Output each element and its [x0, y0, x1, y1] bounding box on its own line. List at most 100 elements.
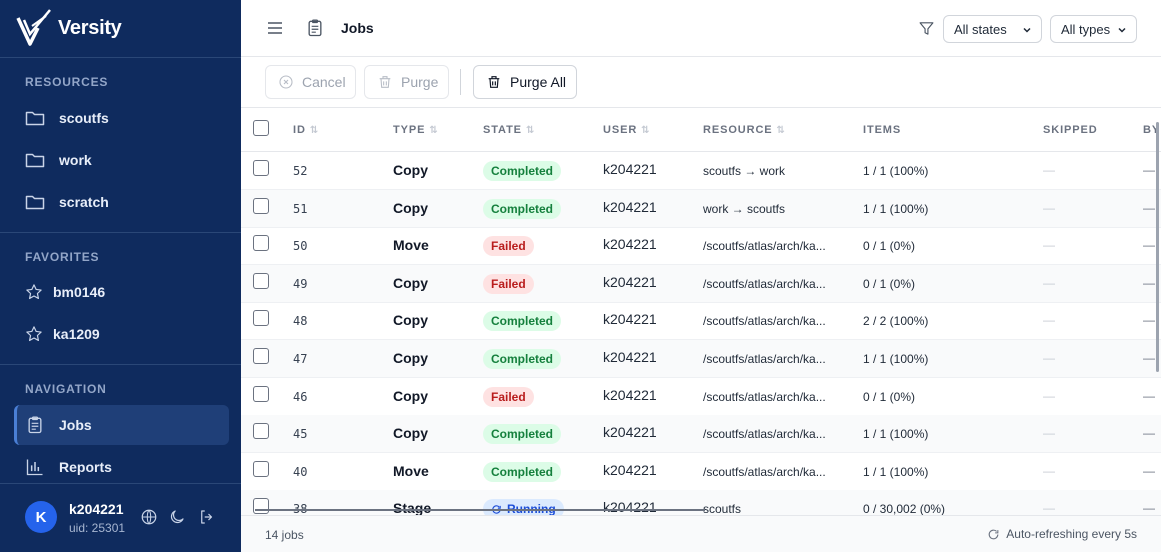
job-user: k204221 — [603, 499, 657, 515]
state-filter-select[interactable]: All states — [943, 15, 1042, 43]
column-header-label: USER — [603, 124, 638, 136]
row-checkbox[interactable] — [253, 498, 269, 514]
sort-icon: ⇅ — [641, 124, 651, 136]
navigation-heading: NAVIGATION — [25, 382, 107, 396]
job-user: k204221 — [603, 349, 657, 365]
row-checkbox[interactable] — [253, 461, 269, 477]
sidebar-item-label: Jobs — [59, 417, 92, 433]
horizontal-scrollbar[interactable] — [255, 509, 705, 511]
job-resource: /scoutfs/atlas/arch/ka... — [703, 352, 826, 366]
filter-icon[interactable] — [918, 20, 935, 37]
job-user: k204221 — [603, 274, 657, 290]
job-by: — — [1143, 501, 1155, 515]
sidebar-item-work[interactable]: work — [14, 141, 229, 179]
sidebar-item-ka1209[interactable]: ka1209 — [14, 315, 229, 353]
job-items: 1 / 1 (100%) — [863, 427, 929, 441]
column-header-label: SKIPPED — [1043, 124, 1098, 136]
column-header-type[interactable]: TYPE ⇅ — [393, 124, 439, 136]
job-user: k204221 — [603, 424, 657, 440]
column-header-resource[interactable]: RESOURCE ⇅ — [703, 124, 786, 136]
job-skipped: — — [1043, 276, 1055, 290]
job-type: Copy — [393, 312, 428, 328]
table-row[interactable]: 50 Move Failed k204221/scoutfs/atlas/arch/k… — [241, 227, 1161, 265]
row-checkbox[interactable] — [253, 348, 269, 364]
sidebar-item-scoutfs[interactable]: scoutfs — [14, 99, 229, 137]
column-header-user[interactable]: USER ⇅ — [603, 124, 650, 136]
job-by: — — [1143, 426, 1155, 440]
row-checkbox[interactable] — [253, 423, 269, 439]
column-header-label: STATE — [483, 124, 522, 136]
avatar[interactable]: K — [25, 501, 57, 533]
job-skipped: — — [1043, 163, 1055, 177]
sidebar-item-reports[interactable]: Reports — [14, 448, 229, 486]
jobs-table: ID ⇅ TYPE ⇅ STATE ⇅ USER ⇅ RESOURCE ⇅ ITEMS S… — [241, 108, 1161, 515]
globe-icon[interactable] — [140, 508, 158, 526]
job-items: 1 / 1 (100%) — [863, 465, 929, 479]
trash-icon — [488, 76, 500, 88]
table-header: ID ⇅ TYPE ⇅ STATE ⇅ USER ⇅ RESOURCE ⇅ ITEMS S… — [241, 108, 1161, 152]
job-by: — — [1143, 351, 1155, 365]
user-uid: uid: 25301 — [69, 521, 126, 535]
row-checkbox[interactable] — [253, 235, 269, 251]
job-user: k204221 — [603, 236, 657, 252]
table-row[interactable]: 52 Copy Completed k204221 scoutfs → work 1 / … — [241, 152, 1161, 190]
page-header: Jobs All states All types — [241, 0, 1161, 57]
sidebar-item-scratch[interactable]: scratch — [14, 183, 229, 221]
job-resource: scoutfs — [703, 502, 742, 515]
job-resource: /scoutfs/atlas/arch/ka... — [703, 314, 826, 328]
vertical-scrollbar[interactable] — [1156, 122, 1159, 372]
row-checkbox[interactable] — [253, 310, 269, 326]
purge-all-button[interactable]: Purge All — [473, 65, 577, 99]
table-row[interactable]: 46 Copy Failed k204221/scoutfs/atlas/arch/k… — [241, 378, 1161, 416]
menu-icon[interactable] — [266, 19, 284, 37]
sidebar-item-label: ka1209 — [53, 326, 100, 342]
table-row[interactable]: 51 Copy Completed k204221 work → scoutfs 1 / … — [241, 190, 1161, 228]
row-checkbox[interactable] — [253, 386, 269, 402]
table-row[interactable]: 47 Copy Completed k204221/scoutfs/atlas/arc… — [241, 340, 1161, 378]
toolbar-divider — [460, 69, 461, 95]
column-header-id[interactable]: ID ⇅ — [293, 124, 319, 136]
sidebar-item-jobs[interactable]: Jobs — [14, 405, 229, 445]
table-row[interactable]: 45 Copy Completed k204221/scoutfs/atlas/arc… — [241, 415, 1161, 453]
row-checkbox[interactable] — [253, 198, 269, 214]
select-all-checkbox[interactable] — [253, 120, 269, 136]
status-badge: Failed — [483, 236, 534, 256]
job-by: — — [1143, 238, 1155, 252]
trash-icon — [379, 76, 391, 88]
table-row[interactable]: 48 Copy Completed k204221/scoutfs/atlas/arc… — [241, 302, 1161, 340]
job-by: — — [1143, 313, 1155, 327]
table-row[interactable]: 40 Move Completed k204221/scoutfs/atlas/arc… — [241, 453, 1161, 491]
table-row[interactable]: 38StageRunningk204221scoutfs0 / 30,002 (… — [241, 490, 1161, 515]
job-skipped: — — [1043, 501, 1055, 515]
cancel-button[interactable]: Cancel — [265, 65, 356, 99]
row-checkbox[interactable] — [253, 273, 269, 289]
type-filter-select[interactable]: All types — [1050, 15, 1137, 43]
logout-icon[interactable] — [198, 508, 216, 526]
job-type: Copy — [393, 275, 428, 291]
job-skipped: — — [1043, 313, 1055, 327]
column-header-skipped: SKIPPED — [1043, 124, 1098, 136]
job-type: Copy — [393, 200, 428, 216]
app-name: Versity — [58, 16, 122, 39]
job-user: k204221 — [603, 387, 657, 403]
purge-button[interactable]: Purge — [364, 65, 449, 99]
chevron-down-icon — [1118, 27, 1126, 33]
job-skipped: — — [1043, 426, 1055, 440]
table-row[interactable]: 49 Copy Failed k204221/scoutfs/atlas/arch/k… — [241, 265, 1161, 303]
status-badge: Running — [483, 499, 564, 515]
purge-button-label: Purge — [401, 74, 439, 90]
status-badge: Completed — [483, 161, 562, 181]
job-type: Move — [393, 237, 429, 253]
row-checkbox[interactable] — [253, 160, 269, 176]
job-resource: scoutfs → work — [703, 164, 786, 178]
job-items: 0 / 1 (0%) — [863, 277, 916, 291]
job-id: 48 — [293, 314, 308, 328]
sidebar-item-bm0146[interactable]: bm0146 — [14, 273, 229, 311]
column-header-state[interactable]: STATE ⇅ — [483, 124, 535, 136]
status-label: Completed — [491, 427, 554, 441]
sidebar-item-label: scoutfs — [59, 110, 109, 126]
status-label: Failed — [491, 277, 526, 291]
job-user: k204221 — [603, 161, 657, 177]
app-logo[interactable]: Versity — [16, 8, 122, 48]
moon-icon[interactable] — [168, 508, 186, 526]
